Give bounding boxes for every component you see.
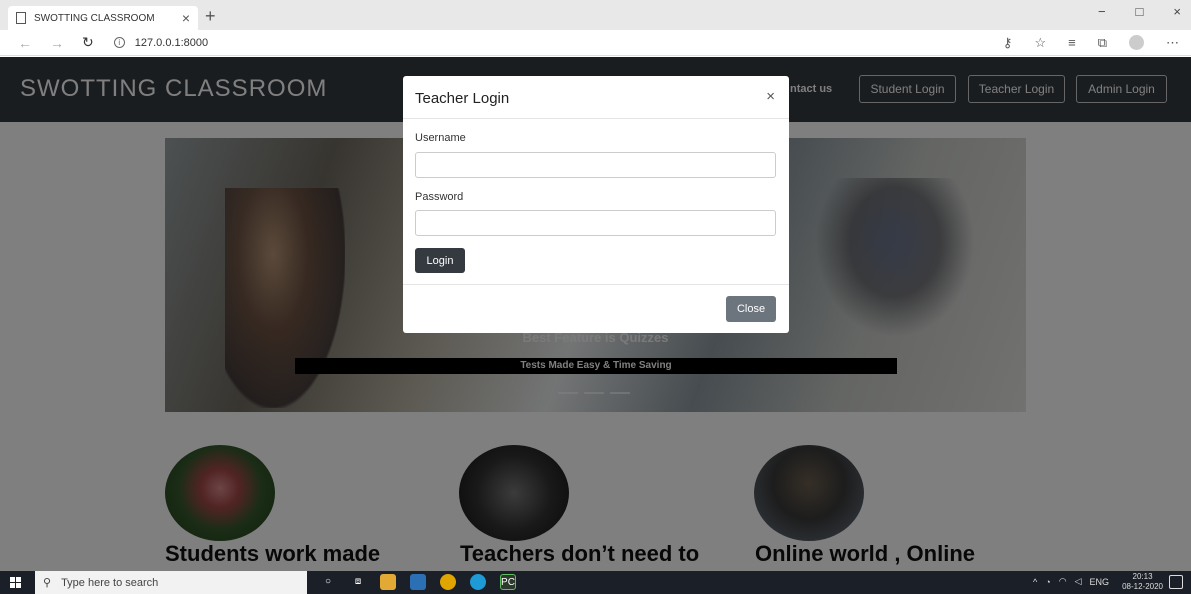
tab-title: SWOTTING CLASSROOM bbox=[34, 12, 155, 24]
login-button[interactable]: Login bbox=[415, 248, 465, 273]
tray-volume-icon[interactable]: ◁ bbox=[1075, 576, 1082, 587]
taskbar-clock[interactable]: 20:13 08-12-2020 bbox=[1122, 572, 1163, 592]
notification-icon[interactable] bbox=[1169, 575, 1183, 589]
username-input[interactable] bbox=[415, 152, 776, 178]
forward-icon[interactable]: → bbox=[50, 35, 64, 51]
username-label: Username bbox=[415, 132, 466, 144]
new-tab-icon[interactable]: + bbox=[205, 6, 216, 27]
browser-toolbar: ⚷ ☆ ≡ ⧉ ⋯ bbox=[1003, 35, 1179, 51]
windows-taskbar: ⚲ Type here to search ○ ⧈ PC ^ ◔ ◠ ◁ ENG… bbox=[0, 571, 1191, 594]
task-view-icon[interactable]: ⧈ bbox=[350, 574, 366, 590]
modal-footer: Close bbox=[403, 284, 789, 333]
windows-start-icon[interactable] bbox=[10, 577, 22, 588]
back-icon[interactable]: ← bbox=[18, 35, 32, 51]
teacher-login-modal: Teacher Login × Username Password Login … bbox=[403, 76, 789, 333]
favorites-icon[interactable]: ≡ bbox=[1068, 35, 1076, 51]
address-bar: ← → ↻ i 127.0.0.1:8000 ⚷ ☆ ≡ ⧉ ⋯ bbox=[0, 30, 1191, 56]
modal-title: Teacher Login bbox=[415, 90, 510, 107]
search-icon: ⚲ bbox=[43, 577, 52, 589]
pycharm-icon[interactable]: PC bbox=[500, 574, 516, 590]
tray-network-icon[interactable]: ◔ bbox=[1045, 577, 1050, 587]
chrome-icon[interactable] bbox=[440, 574, 456, 590]
taskbar-apps: ○ ⧈ PC bbox=[320, 574, 516, 590]
tray-wifi-icon[interactable]: ◠ bbox=[1059, 576, 1067, 587]
star-icon[interactable]: ☆ bbox=[1034, 35, 1046, 51]
file-explorer-icon[interactable] bbox=[380, 574, 396, 590]
close-button[interactable]: Close bbox=[726, 296, 776, 322]
tray-chevron-icon[interactable]: ^ bbox=[1033, 577, 1037, 587]
edge-icon[interactable] bbox=[470, 574, 486, 590]
mail-icon[interactable] bbox=[410, 574, 426, 590]
window-controls: − □ × bbox=[1098, 4, 1181, 19]
taskbar-search[interactable]: ⚲ Type here to search bbox=[35, 571, 307, 594]
url-field[interactable]: 127.0.0.1:8000 bbox=[135, 37, 208, 49]
clock-date: 08-12-2020 bbox=[1122, 582, 1163, 591]
password-input[interactable] bbox=[415, 210, 776, 236]
tab-close-icon[interactable]: × bbox=[182, 10, 190, 26]
page-icon bbox=[16, 12, 26, 24]
window-close-icon[interactable]: × bbox=[1173, 4, 1181, 19]
browser-tab-bar: SWOTTING CLASSROOM × + − □ × bbox=[0, 0, 1191, 30]
cortana-icon[interactable]: ○ bbox=[320, 574, 336, 590]
refresh-icon[interactable]: ↻ bbox=[82, 34, 94, 51]
taskbar-search-placeholder: Type here to search bbox=[61, 576, 159, 589]
profile-avatar-icon[interactable] bbox=[1129, 35, 1144, 50]
language-indicator[interactable]: ENG bbox=[1089, 577, 1109, 587]
key-icon[interactable]: ⚷ bbox=[1003, 35, 1013, 51]
password-label: Password bbox=[415, 191, 464, 203]
maximize-icon[interactable]: □ bbox=[1136, 4, 1144, 19]
more-icon[interactable]: ⋯ bbox=[1166, 35, 1179, 51]
info-icon[interactable]: i bbox=[113, 37, 125, 48]
collections-icon[interactable]: ⧉ bbox=[1098, 35, 1107, 51]
clock-time: 20:13 bbox=[1132, 572, 1153, 581]
modal-close-icon[interactable]: × bbox=[766, 88, 775, 105]
minimize-icon[interactable]: − bbox=[1098, 4, 1106, 19]
browser-tab[interactable]: SWOTTING CLASSROOM × bbox=[8, 6, 198, 30]
modal-header: Teacher Login × bbox=[403, 76, 789, 119]
